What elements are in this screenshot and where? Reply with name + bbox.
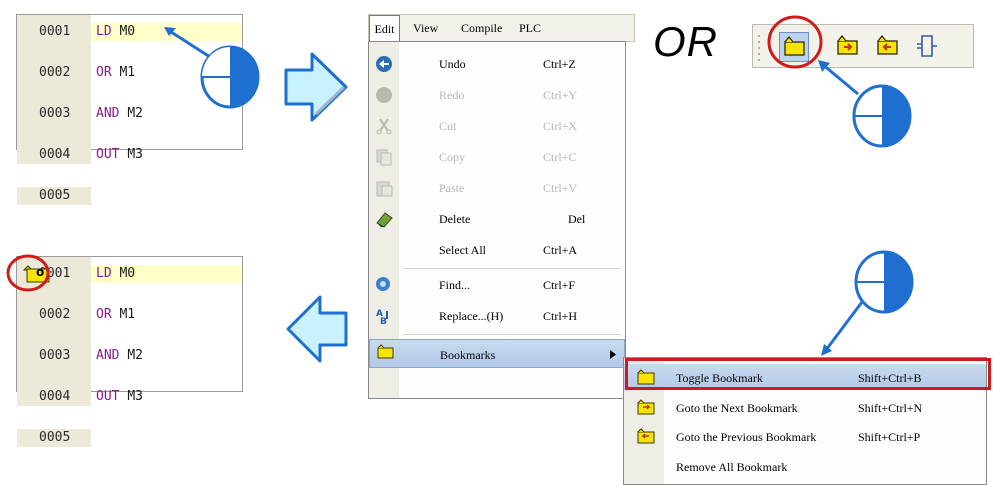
submenu-item-remove-all[interactable]: Remove All Bookmark bbox=[624, 453, 986, 479]
bracket-button[interactable] bbox=[913, 32, 943, 62]
code-line[interactable]: 0003 AND M2 bbox=[17, 347, 242, 365]
mouse-click-icon bbox=[821, 250, 914, 356]
menu-item-copy[interactable]: Copy Ctrl+C bbox=[369, 144, 625, 170]
toolbar-grip-icon bbox=[758, 35, 760, 61]
line-number: 0005 bbox=[17, 429, 91, 447]
menu-item-delete[interactable]: Delete Del bbox=[369, 206, 625, 232]
paste-icon bbox=[376, 181, 393, 197]
menu-item-find[interactable]: Find... Ctrl+F bbox=[369, 272, 625, 298]
operand: M3 bbox=[127, 389, 143, 404]
operand: M2 bbox=[127, 348, 143, 363]
code-line[interactable]: 0004 OUT M3 bbox=[17, 388, 242, 406]
replace-icon: AB bbox=[376, 309, 388, 325]
line-number: 0002 bbox=[17, 306, 91, 324]
menu-item-undo[interactable]: Undo Ctrl+Z bbox=[369, 51, 625, 77]
menu-item-replace[interactable]: AB Replace...(H) Ctrl+H bbox=[369, 303, 625, 329]
instruction: OUT bbox=[96, 389, 120, 404]
next-bookmark-icon bbox=[837, 34, 858, 55]
operand: M1 bbox=[119, 65, 136, 80]
menu-item-bookmarks[interactable]: Bookmarks bbox=[369, 339, 625, 368]
undo-icon bbox=[376, 56, 392, 72]
menu-item-select-all[interactable]: Select All Ctrl+A bbox=[369, 237, 625, 263]
highlight-toggle-bookmark bbox=[625, 358, 991, 390]
submenu-arrow-icon bbox=[610, 350, 616, 359]
line-number: 0003 bbox=[17, 105, 91, 123]
redo-icon bbox=[376, 87, 392, 103]
submenu-item-next-bookmark[interactable]: Goto the Next Bookmark Shift+Ctrl+N bbox=[624, 394, 986, 420]
mouse-click-icon bbox=[164, 27, 260, 109]
svg-text:B: B bbox=[380, 317, 387, 325]
line-number: 0003 bbox=[17, 347, 91, 365]
operand: M3 bbox=[127, 147, 143, 162]
line-number: 0002 bbox=[17, 64, 91, 82]
menu-item-paste[interactable]: Paste Ctrl+V bbox=[369, 175, 625, 201]
previous-bookmark-button[interactable] bbox=[873, 32, 903, 62]
next-bookmark-icon bbox=[637, 399, 655, 415]
highlight-circle-bookmark bbox=[6, 254, 50, 292]
code-line[interactable]: 0005 bbox=[17, 187, 242, 205]
or-label: OR bbox=[653, 18, 718, 65]
instruction: OR bbox=[96, 307, 112, 322]
operand: M2 bbox=[127, 106, 143, 121]
instruction: OR bbox=[96, 65, 112, 80]
eraser-icon bbox=[376, 212, 393, 228]
line-number: 0004 bbox=[17, 388, 91, 406]
menu-bar: Edit View Compile PLC bbox=[368, 14, 635, 42]
instruction: LD bbox=[96, 266, 112, 281]
submenu-item-previous-bookmark[interactable]: Goto the Previous Bookmark Shift+Ctrl+P bbox=[624, 423, 986, 449]
menu-item-cut[interactable]: Cut Ctrl+X bbox=[369, 113, 625, 139]
menu-item-redo[interactable]: Redo Ctrl+Y bbox=[369, 82, 625, 108]
edit-menu: Undo Ctrl+Z Redo Ctrl+Y Cut Ctrl+X Copy … bbox=[368, 41, 626, 399]
instruction: AND bbox=[96, 348, 120, 363]
menu-plc[interactable]: PLC bbox=[519, 21, 541, 36]
bookmark-icon bbox=[377, 344, 394, 359]
mouse-click-icon bbox=[818, 60, 912, 148]
copy-icon bbox=[376, 149, 392, 166]
line-number: 0001 bbox=[17, 23, 91, 41]
operand: M0 bbox=[119, 266, 136, 281]
arrow-right-icon bbox=[284, 52, 348, 122]
find-icon bbox=[376, 277, 390, 291]
instruction: OUT bbox=[96, 147, 120, 162]
code-line[interactable]: 0002 OR M1 bbox=[17, 306, 242, 324]
previous-bookmark-icon bbox=[637, 428, 655, 444]
instruction: AND bbox=[96, 106, 120, 121]
menu-edit[interactable]: Edit bbox=[369, 15, 400, 42]
arrow-left-icon bbox=[286, 295, 348, 363]
scissors-icon bbox=[376, 118, 392, 135]
operand: M0 bbox=[119, 24, 136, 39]
line-number: 0005 bbox=[17, 187, 91, 205]
bracket-icon bbox=[917, 35, 937, 57]
operand: M1 bbox=[119, 307, 136, 322]
code-line[interactable]: 0004 OUT M3 bbox=[17, 146, 242, 164]
previous-bookmark-icon bbox=[877, 34, 898, 55]
next-bookmark-button[interactable] bbox=[833, 32, 863, 62]
code-line[interactable]: 0005 bbox=[17, 429, 242, 447]
menu-view[interactable]: View bbox=[413, 21, 438, 36]
instruction: LD bbox=[96, 24, 112, 39]
menu-compile[interactable]: Compile bbox=[461, 21, 502, 36]
line-number: 0004 bbox=[17, 146, 91, 164]
